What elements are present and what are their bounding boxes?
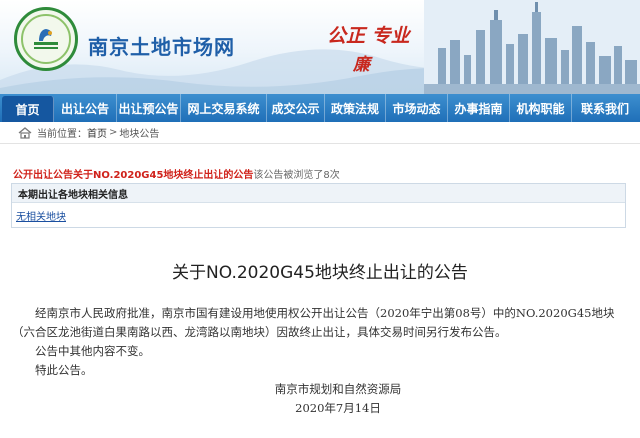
nav-contact[interactable]: 联系我们 <box>572 94 638 122</box>
nav-online-trading[interactable]: 网上交易系统 <box>181 94 267 122</box>
article-date: 2020年7月14日 <box>295 401 381 415</box>
nav-home[interactable]: 首页 <box>2 96 54 122</box>
article-paragraph-2: 公告中其他内容不变。 <box>35 344 150 358</box>
parcel-info-header: 本期出让各地块相关信息 <box>12 184 625 203</box>
breadcrumb-separator: > <box>109 127 118 138</box>
article-paragraph-1: 经南京市人民政府批准，南京市国有建设用地使用权公开出让公告（2020年宁出第08… <box>12 306 615 339</box>
site-title[interactable]: 南京土地市场网 <box>88 31 235 60</box>
nav-guide[interactable]: 办事指南 <box>448 94 510 122</box>
city-skyline-image <box>424 0 640 94</box>
article-signer: 南京市规划和自然资源局 <box>274 382 402 396</box>
breadcrumb-current: 地块公告 <box>119 129 160 140</box>
breadcrumb: 当前位置： 首页 > 地块公告 <box>0 122 640 144</box>
article-title: 关于NO.2020G45地块终止出让的公告 <box>172 263 468 283</box>
view-count-text: 该公告被浏览了8次 <box>253 170 340 181</box>
notice-line: 公开出让公告关于NO.2020G45地块终止出让的公告该公告被浏览了8次 <box>13 166 340 181</box>
parcel-info-box: 本期出让各地块相关信息 无相关地块 <box>11 183 626 228</box>
nav-deal-publicity[interactable]: 成交公示 <box>267 94 325 122</box>
land-logo-icon[interactable] <box>14 7 78 71</box>
home-icon <box>18 126 32 139</box>
breadcrumb-prefix: 当前位置： <box>37 129 87 140</box>
article-body: 经南京市人民政府批准，南京市国有建设用地使用权公开出让公告（2020年宁出第08… <box>12 304 624 418</box>
header-banner: 南京土地市场网 公正 专业 廉 <box>0 0 640 94</box>
nav-policy[interactable]: 政策法规 <box>325 94 386 122</box>
nav-pre-notice[interactable]: 出让预公告 <box>117 94 181 122</box>
notice-title: 公开出让公告关于NO.2020G45地块终止出让的公告 <box>13 170 254 181</box>
breadcrumb-home-link[interactable]: 首页 <box>87 125 107 140</box>
article-paragraph-3: 特此公告。 <box>35 363 93 377</box>
no-parcel-link[interactable]: 无相关地块 <box>16 208 66 223</box>
slogan-line-2: 廉 <box>353 55 370 75</box>
slogan-line-1: 公正 专业 <box>327 25 410 47</box>
main-nav: 首页 出让公告 出让预公告 网上交易系统 成交公示 政策法规 市场动态 办事指南… <box>0 94 640 122</box>
nav-functions[interactable]: 机构职能 <box>510 94 572 122</box>
nav-transfer-notice[interactable]: 出让公告 <box>54 94 117 122</box>
nav-market-news[interactable]: 市场动态 <box>386 94 448 122</box>
